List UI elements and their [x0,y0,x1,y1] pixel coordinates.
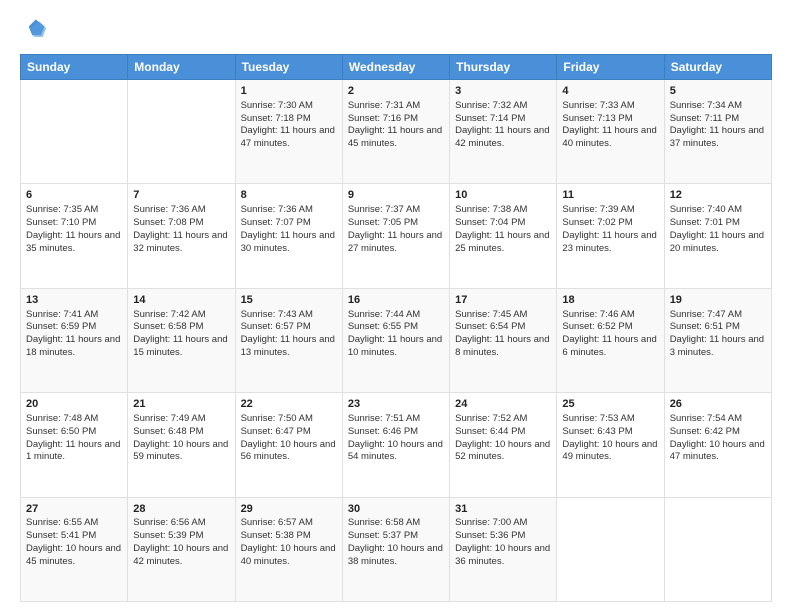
calendar-cell: 14Sunrise: 7:42 AMSunset: 6:58 PMDayligh… [128,288,235,392]
calendar-cell: 19Sunrise: 7:47 AMSunset: 6:51 PMDayligh… [664,288,771,392]
calendar-week-row: 13Sunrise: 7:41 AMSunset: 6:59 PMDayligh… [21,288,772,392]
day-number: 7 [133,188,229,203]
calendar-cell: 31Sunrise: 7:00 AMSunset: 5:36 PMDayligh… [450,497,557,601]
calendar-cell: 20Sunrise: 7:48 AMSunset: 6:50 PMDayligh… [21,393,128,497]
calendar-cell: 11Sunrise: 7:39 AMSunset: 7:02 PMDayligh… [557,184,664,288]
day-number: 26 [670,397,766,412]
day-number: 16 [348,293,444,308]
day-number: 3 [455,84,551,99]
calendar-cell: 6Sunrise: 7:35 AMSunset: 7:10 PMDaylight… [21,184,128,288]
calendar-cell: 9Sunrise: 7:37 AMSunset: 7:05 PMDaylight… [342,184,449,288]
calendar-cell: 17Sunrise: 7:45 AMSunset: 6:54 PMDayligh… [450,288,557,392]
day-number: 22 [241,397,337,412]
calendar-week-row: 1Sunrise: 7:30 AMSunset: 7:18 PMDaylight… [21,80,772,184]
calendar-day-header: Wednesday [342,55,449,80]
day-number: 10 [455,188,551,203]
calendar-cell: 26Sunrise: 7:54 AMSunset: 6:42 PMDayligh… [664,393,771,497]
day-number: 23 [348,397,444,412]
calendar-cell [128,80,235,184]
day-number: 31 [455,502,551,517]
calendar-cell: 4Sunrise: 7:33 AMSunset: 7:13 PMDaylight… [557,80,664,184]
calendar-cell: 30Sunrise: 6:58 AMSunset: 5:37 PMDayligh… [342,497,449,601]
calendar-cell: 3Sunrise: 7:32 AMSunset: 7:14 PMDaylight… [450,80,557,184]
day-number: 2 [348,84,444,99]
day-number: 27 [26,502,122,517]
calendar-cell: 29Sunrise: 6:57 AMSunset: 5:38 PMDayligh… [235,497,342,601]
calendar-week-row: 27Sunrise: 6:55 AMSunset: 5:41 PMDayligh… [21,497,772,601]
calendar-day-header: Monday [128,55,235,80]
calendar-cell: 24Sunrise: 7:52 AMSunset: 6:44 PMDayligh… [450,393,557,497]
day-number: 25 [562,397,658,412]
day-number: 21 [133,397,229,412]
day-number: 4 [562,84,658,99]
calendar-week-row: 20Sunrise: 7:48 AMSunset: 6:50 PMDayligh… [21,393,772,497]
day-number: 6 [26,188,122,203]
calendar-day-header: Saturday [664,55,771,80]
calendar-day-header: Tuesday [235,55,342,80]
calendar-cell: 5Sunrise: 7:34 AMSunset: 7:11 PMDaylight… [664,80,771,184]
calendar-table: SundayMondayTuesdayWednesdayThursdayFrid… [20,54,772,602]
calendar-cell: 16Sunrise: 7:44 AMSunset: 6:55 PMDayligh… [342,288,449,392]
calendar-week-row: 6Sunrise: 7:35 AMSunset: 7:10 PMDaylight… [21,184,772,288]
day-number: 20 [26,397,122,412]
calendar-cell: 21Sunrise: 7:49 AMSunset: 6:48 PMDayligh… [128,393,235,497]
day-number: 19 [670,293,766,308]
day-number: 12 [670,188,766,203]
day-number: 18 [562,293,658,308]
calendar-cell: 8Sunrise: 7:36 AMSunset: 7:07 PMDaylight… [235,184,342,288]
calendar-cell: 15Sunrise: 7:43 AMSunset: 6:57 PMDayligh… [235,288,342,392]
calendar-cell: 25Sunrise: 7:53 AMSunset: 6:43 PMDayligh… [557,393,664,497]
day-number: 9 [348,188,444,203]
day-number: 5 [670,84,766,99]
calendar-cell: 1Sunrise: 7:30 AMSunset: 7:18 PMDaylight… [235,80,342,184]
calendar-cell: 27Sunrise: 6:55 AMSunset: 5:41 PMDayligh… [21,497,128,601]
calendar-cell: 23Sunrise: 7:51 AMSunset: 6:46 PMDayligh… [342,393,449,497]
day-number: 1 [241,84,337,99]
calendar-cell [557,497,664,601]
calendar-cell: 18Sunrise: 7:46 AMSunset: 6:52 PMDayligh… [557,288,664,392]
calendar-cell: 2Sunrise: 7:31 AMSunset: 7:16 PMDaylight… [342,80,449,184]
page: SundayMondayTuesdayWednesdayThursdayFrid… [0,0,792,612]
day-number: 8 [241,188,337,203]
day-number: 11 [562,188,658,203]
header [20,16,772,44]
day-number: 17 [455,293,551,308]
logo-icon [20,16,48,44]
calendar-cell: 13Sunrise: 7:41 AMSunset: 6:59 PMDayligh… [21,288,128,392]
day-number: 14 [133,293,229,308]
day-number: 24 [455,397,551,412]
calendar-cell [21,80,128,184]
calendar-day-header: Sunday [21,55,128,80]
calendar-cell: 10Sunrise: 7:38 AMSunset: 7:04 PMDayligh… [450,184,557,288]
day-number: 15 [241,293,337,308]
logo [20,16,52,44]
calendar-cell: 7Sunrise: 7:36 AMSunset: 7:08 PMDaylight… [128,184,235,288]
day-number: 29 [241,502,337,517]
calendar-cell: 22Sunrise: 7:50 AMSunset: 6:47 PMDayligh… [235,393,342,497]
calendar-cell: 28Sunrise: 6:56 AMSunset: 5:39 PMDayligh… [128,497,235,601]
calendar-day-header: Friday [557,55,664,80]
calendar-day-header: Thursday [450,55,557,80]
day-number: 28 [133,502,229,517]
calendar-header-row: SundayMondayTuesdayWednesdayThursdayFrid… [21,55,772,80]
day-number: 13 [26,293,122,308]
calendar-cell: 12Sunrise: 7:40 AMSunset: 7:01 PMDayligh… [664,184,771,288]
calendar-cell [664,497,771,601]
day-number: 30 [348,502,444,517]
